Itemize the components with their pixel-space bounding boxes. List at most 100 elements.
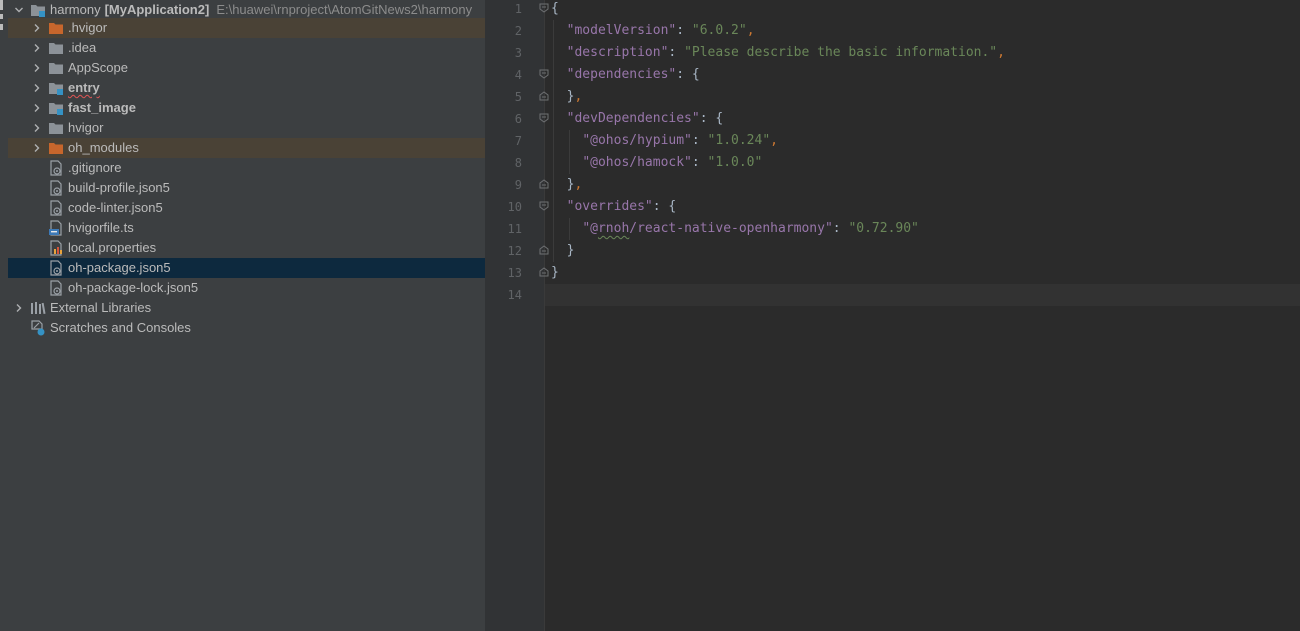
brace: { [691, 67, 700, 82]
brace: { [668, 199, 677, 214]
project-root-row[interactable]: harmony [MyApplication2] E:\huawei\rnpro… [8, 0, 485, 20]
tree-item-local-properties[interactable]: local.properties [8, 238, 485, 258]
tree-item-label: entry [68, 80, 100, 95]
chevron-right-icon[interactable] [30, 18, 44, 38]
colon: : [676, 67, 692, 82]
tree-item-oh-modules[interactable]: oh_modules [8, 138, 485, 158]
chevron-down-icon[interactable] [12, 0, 26, 20]
line-number: 14 [507, 288, 522, 302]
folder-icon [48, 60, 64, 76]
json-key: "description" [566, 45, 669, 60]
tree-item-gitignore[interactable]: .gitignore [8, 158, 485, 178]
tree-item-hvigorfile[interactable]: hvigorfile.ts [8, 218, 485, 238]
json-key-quote: "@ [582, 221, 598, 236]
brace: } [551, 265, 559, 280]
tree-item-build-profile[interactable]: build-profile.json5 [8, 178, 485, 198]
line-number: 11 [507, 222, 522, 236]
code-editor[interactable]: 1 2 3 4 5 6 7 8 9 10 11 12 13 14 {"mode… [485, 0, 1300, 631]
code-line-11: "@rnoh/react-native-openharmony": "0.72.… [551, 218, 919, 240]
tree-item-entry[interactable]: entry [8, 78, 485, 98]
line-number: 6 [514, 112, 522, 126]
tree-item-label: local.properties [68, 240, 157, 255]
module-folder-icon [30, 2, 46, 18]
tree-item-label: AppScope [68, 60, 128, 75]
colon: : [691, 133, 708, 148]
tree-item-label: oh_modules [68, 140, 139, 155]
folder-orange-icon [48, 20, 64, 36]
tree-item-label: .gitignore [68, 160, 122, 175]
project-tool-window: harmony [MyApplication2] E:\huawei\rnpro… [8, 0, 485, 631]
tree-item-label: hvigor [68, 120, 104, 135]
chevron-right-icon[interactable] [12, 298, 26, 318]
json-key: "@ohos/hypium" [582, 133, 692, 148]
code-line-9: }, [551, 174, 583, 196]
project-module-name: [MyApplication2] [104, 2, 210, 17]
code-line-8: "@ohos/hamock": "1.0.0" [551, 152, 762, 174]
chevron-right-icon[interactable] [30, 118, 44, 138]
code-line-7: "@ohos/hypium": "1.0.24", [551, 130, 778, 152]
tree-item-scratches[interactable]: Scratches and Consoles [8, 318, 485, 338]
folder-icon [48, 120, 64, 136]
tree-item-oh-package-lock[interactable]: oh-package-lock.json5 [8, 278, 485, 298]
json-value: "6.0.2" [691, 23, 747, 38]
line-number: 4 [514, 68, 522, 82]
comma: , [770, 133, 778, 148]
colon: : [832, 221, 849, 236]
chevron-right-icon[interactable] [30, 138, 44, 158]
line-number: 10 [507, 200, 522, 214]
line-number: 2 [514, 24, 522, 38]
line-number: 3 [514, 46, 522, 60]
module-folder-icon [48, 80, 64, 96]
tree-item-idea[interactable]: .idea [8, 38, 485, 58]
json-value: "Please describe the basic information." [684, 45, 998, 60]
line-number: 9 [514, 178, 522, 192]
file-config-icon [48, 180, 64, 196]
folder-orange-icon [48, 140, 64, 156]
tree-item-label: code-linter.json5 [68, 200, 163, 215]
colon: : [691, 155, 708, 170]
colon: : [676, 23, 692, 38]
chevron-right-icon[interactable] [30, 98, 44, 118]
caret-line-highlight [545, 284, 1300, 306]
file-config-icon [48, 260, 64, 276]
json-key: "devDependencies" [566, 111, 700, 126]
file-config-icon [48, 160, 64, 176]
tree-item-label: oh-package-lock.json5 [68, 280, 199, 295]
comma: , [997, 45, 1005, 60]
tree-item-label: Scratches and Consoles [50, 320, 191, 335]
code-area[interactable]: { "modelVersion": "6.0.2", "description"… [545, 0, 1300, 631]
json-key: "modelVersion" [566, 23, 677, 38]
library-icon [30, 300, 46, 316]
project-path: E:\huawei\rnproject\AtomGitNews2\harmony [216, 2, 473, 17]
code-line-12: } [551, 240, 575, 262]
line-number: 13 [507, 266, 522, 280]
tree-item-code-linter[interactable]: code-linter.json5 [8, 198, 485, 218]
line-number: 8 [514, 156, 522, 170]
json-key-typo: rnoh [597, 221, 630, 236]
tree-item-oh-package[interactable]: oh-package.json5 [8, 258, 485, 278]
tree-item-label: External Libraries [50, 300, 152, 315]
json-value: "1.0.24" [707, 133, 771, 148]
chevron-right-icon[interactable] [30, 78, 44, 98]
chevron-right-icon[interactable] [30, 38, 44, 58]
tree-item-external-libraries[interactable]: External Libraries [8, 298, 485, 318]
comma: , [746, 23, 755, 38]
tree-item-label: .idea [68, 40, 97, 55]
tree-item-appscope[interactable]: AppScope [8, 58, 485, 78]
colon: : [699, 111, 716, 126]
folder-icon [48, 40, 64, 56]
brace: } [566, 243, 575, 258]
tree-item-hvigor-dot[interactable]: .hvigor [8, 18, 485, 38]
comma: , [574, 177, 583, 192]
tree-item-label: hvigorfile.ts [68, 220, 134, 235]
tree-item-hvigor[interactable]: hvigor [8, 118, 485, 138]
chevron-right-icon[interactable] [30, 58, 44, 78]
file-properties-icon [48, 240, 64, 256]
code-line-2: "modelVersion": "6.0.2", [551, 20, 755, 42]
tree-item-label: fast_image [68, 100, 136, 115]
strip-mark [0, 0, 3, 10]
editor-gutter[interactable]: 1 2 3 4 5 6 7 8 9 10 11 12 13 14 [485, 0, 549, 631]
tree-item-fast-image[interactable]: fast_image [8, 98, 485, 118]
json-key: "dependencies" [566, 67, 677, 82]
line-number: 5 [514, 90, 522, 104]
